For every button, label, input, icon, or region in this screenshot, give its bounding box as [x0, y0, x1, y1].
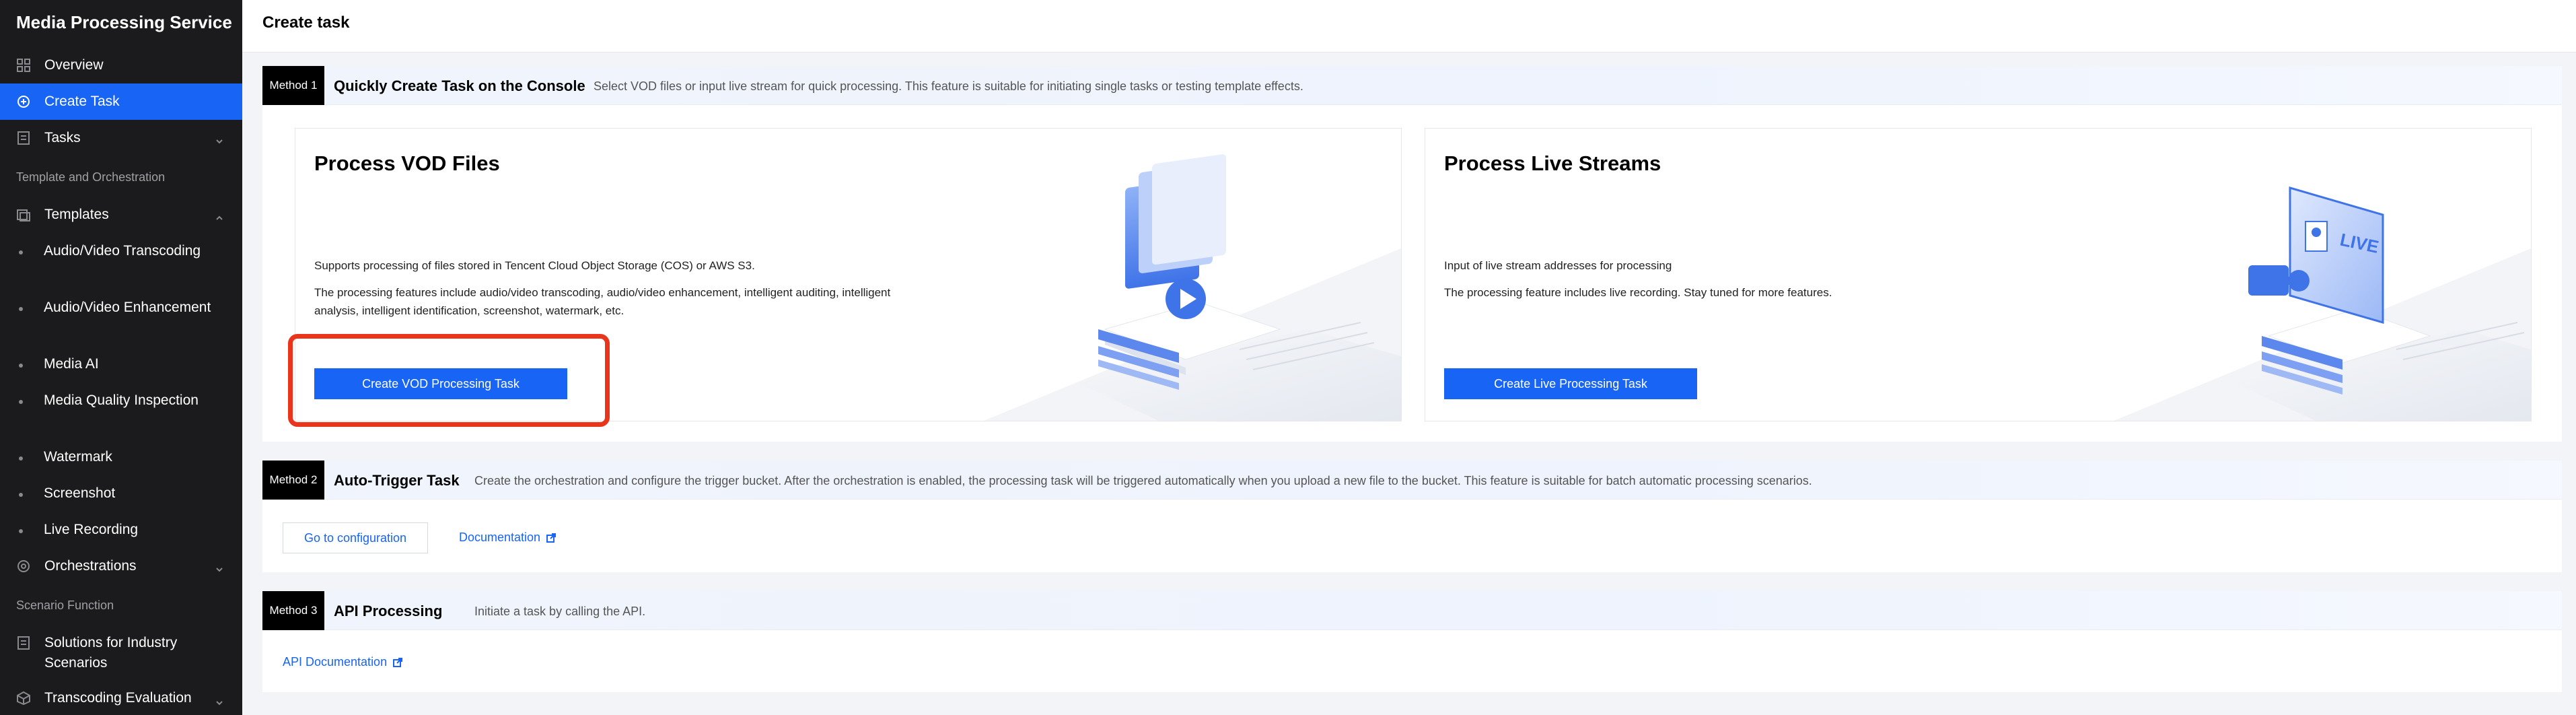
- method-title: Auto-Trigger Task: [334, 472, 460, 489]
- sidebar-group-label: Scenario Function: [16, 599, 114, 612]
- method-tag: Method 2: [262, 461, 324, 500]
- vod-illustration: [984, 154, 1401, 421]
- sidebar: Media Processing Service Overview Create…: [0, 0, 242, 715]
- sidebar-item-templates[interactable]: Templates: [0, 197, 242, 233]
- sidebar-item-label: Templates: [44, 207, 109, 222]
- live-card: Process Live Streams Input of live strea…: [1425, 128, 2532, 421]
- sidebar-item-label: Transcoding Evaluation: [44, 690, 192, 706]
- sidebar-group-label: Template and Orchestration: [16, 170, 166, 184]
- documentation-link[interactable]: Documentation: [459, 531, 557, 545]
- sidebar-item-tasks[interactable]: Tasks: [0, 120, 242, 156]
- api-documentation-link[interactable]: API Documentation: [283, 655, 403, 669]
- method1-header: Method 1 Quickly Create Task on the Cons…: [262, 66, 2562, 105]
- templates-icon: [16, 207, 31, 222]
- bullet-icon: [19, 456, 23, 461]
- method-tag: Method 3: [262, 591, 324, 630]
- grid-icon: [16, 58, 31, 73]
- sidebar-item-label: Overview: [44, 57, 104, 73]
- vod-card-description-1: Supports processing of files stored in T…: [314, 259, 755, 272]
- create-live-task-button[interactable]: Create Live Processing Task: [1444, 368, 1697, 399]
- chevron-down-icon: [215, 561, 223, 572]
- cube-icon: [16, 691, 31, 706]
- external-link-icon: [546, 533, 557, 543]
- sidebar-item-transcoding-evaluation[interactable]: Transcoding Evaluation: [0, 681, 242, 715]
- chevron-down-icon: [215, 133, 223, 144]
- api-documentation-link-label: API Documentation: [283, 655, 388, 669]
- live-card-description-1: Input of live stream addresses for proce…: [1444, 259, 1672, 272]
- external-link-icon: [393, 657, 403, 667]
- sidebar-item-label: Create Task: [44, 94, 120, 109]
- method2-header: Method 2 Auto-Trigger Task Create the or…: [262, 461, 2562, 500]
- page-header: Create task: [242, 0, 2576, 53]
- vod-card-description-2: The processing features include audio/vi…: [314, 286, 891, 317]
- method-tag: Method 1: [262, 66, 324, 105]
- documentation-link-label: Documentation: [459, 531, 541, 544]
- bullet-icon: [19, 493, 23, 497]
- method-description: Initiate a task by calling the API.: [474, 605, 646, 618]
- vod-card-title: Process VOD Files: [314, 151, 500, 175]
- live-card-description-2: The processing feature includes live rec…: [1444, 286, 1832, 299]
- bullet-icon: [19, 307, 23, 311]
- orchestration-icon: [16, 559, 31, 574]
- sidebar-title: Media Processing Service: [16, 12, 232, 32]
- live-card-title: Process Live Streams: [1444, 151, 1661, 175]
- bullet-icon: [19, 400, 23, 404]
- bullet-icon: [19, 364, 23, 368]
- bullet-icon: [19, 529, 23, 533]
- method-title: Quickly Create Task on the Console: [334, 77, 585, 94]
- page-title: Create task: [262, 13, 350, 32]
- document-icon: [16, 131, 31, 145]
- sidebar-item-overview[interactable]: Overview: [0, 47, 242, 83]
- sidebar-item-solutions[interactable]: Solutions for Industry Scenarios: [0, 625, 242, 681]
- plus-circle-icon: [16, 94, 31, 109]
- sidebar-item-label: Tasks: [44, 130, 81, 145]
- highlight-annotation: [288, 334, 610, 427]
- chevron-down-icon: [215, 695, 223, 706]
- live-illustration: LIVE: [2114, 186, 2531, 421]
- sidebar-item-label: Solutions for Industry Scenarios: [44, 635, 178, 671]
- go-to-configuration-button[interactable]: Go to configuration: [283, 522, 428, 553]
- list-icon: [16, 636, 31, 650]
- sidebar-item-create-task[interactable]: Create Task: [0, 83, 242, 120]
- method-title: API Processing: [334, 603, 443, 619]
- method-description: Create the orchestration and configure t…: [474, 474, 1812, 487]
- method2-panel: Method 2 Auto-Trigger Task Create the or…: [262, 461, 2562, 572]
- sidebar-item-label: Orchestrations: [44, 558, 137, 574]
- method3-header: Method 3 API Processing Initiate a task …: [262, 591, 2562, 630]
- method-description: Select VOD files or input live stream fo…: [594, 79, 1303, 93]
- method3-panel: Method 3 API Processing Initiate a task …: [262, 591, 2562, 692]
- sidebar-item-orchestrations[interactable]: Orchestrations: [0, 548, 242, 584]
- bullet-icon: [19, 250, 23, 254]
- chevron-up-icon: [215, 210, 223, 220]
